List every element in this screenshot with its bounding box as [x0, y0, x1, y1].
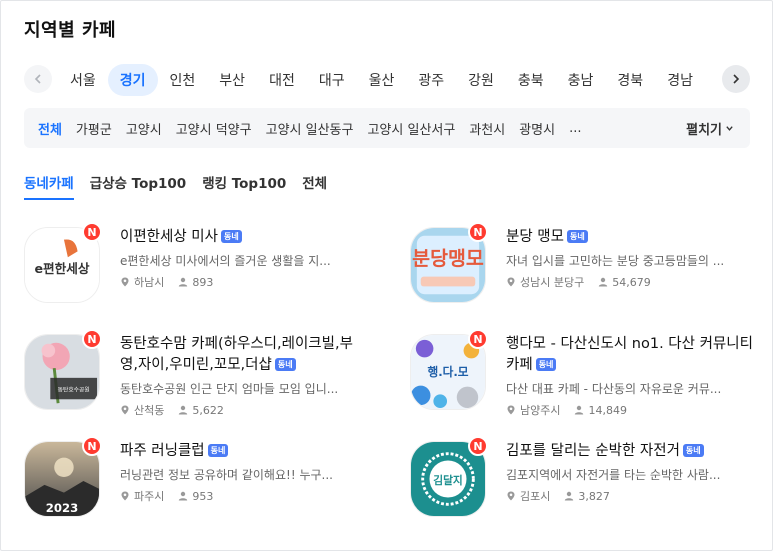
local-tag: 동네 — [274, 358, 296, 371]
cafe-location: 하남시 — [134, 276, 165, 289]
chevron-left-icon — [34, 74, 41, 84]
region-tab-active[interactable]: 경기 — [107, 64, 158, 96]
member-icon — [179, 277, 188, 287]
expand-button[interactable]: 펼치기 — [686, 119, 734, 138]
thumb-logo-text: e편한세상 — [34, 261, 89, 276]
cafe-member-count: 953 — [192, 489, 214, 503]
location-pin-icon — [121, 405, 129, 415]
cafe-description: 자녀 입시를 고민하는 분당 중고등맘들의 ... — [506, 254, 725, 268]
thumb-logo-text: 분당맹모 — [412, 247, 484, 270]
region-tab[interactable]: 충남 — [556, 64, 606, 96]
cafe-description: e편한세상 미사에서의 즐거운 생활을 지... — [120, 254, 331, 268]
new-badge: N — [468, 436, 488, 456]
subregion-item-active[interactable]: 전체 — [38, 119, 62, 138]
cafe-location: 남양주시 — [520, 404, 561, 417]
subregion-item[interactable]: 고양시 덕양구 — [176, 119, 252, 138]
page-title: 지역별 카페 — [24, 20, 117, 41]
new-badge: N — [468, 222, 488, 242]
cafe-description: 다산 대표 카페 - 다산동의 자유로운 커뮤... — [506, 382, 722, 396]
chevron-right-icon — [733, 74, 740, 84]
region-tab[interactable]: 인천 — [158, 64, 208, 96]
cafe-card[interactable]: N 동탄호수공원 동탄호수맘 카페(하우스디,레이크빌,부영,자이,우미린,꼬모… — [24, 329, 369, 417]
cafe-location: 파주시 — [134, 490, 165, 503]
cafe-member-count: 14,849 — [588, 403, 627, 417]
subregion-bar: 전체 가평군 고양시 고양시 덕양구 고양시 일산동구 고양시 일산서구 과천시… — [24, 108, 750, 148]
cafe-name[interactable]: 파주 러닝클럽 — [120, 443, 205, 459]
new-badge: N — [82, 436, 102, 456]
cafe-name[interactable]: 이편한세상 미사 — [120, 229, 218, 245]
tab-rising-top100[interactable]: 급상승 Top100 — [90, 172, 187, 200]
tab-all[interactable]: 전체 — [302, 172, 327, 200]
local-tag: 동네 — [207, 444, 229, 457]
member-icon — [575, 405, 584, 415]
thumb-logo-text: 2023 — [46, 501, 79, 515]
cafe-location: 성남시 분당구 — [520, 276, 585, 289]
new-badge: N — [82, 222, 102, 242]
cafe-member-count: 5,622 — [192, 403, 224, 417]
subregion-item[interactable]: 고양시 일산동구 — [266, 119, 354, 138]
next-region-button[interactable] — [722, 65, 750, 93]
tab-local-cafe[interactable]: 동네카페 — [24, 172, 74, 200]
location-pin-icon — [507, 277, 515, 287]
location-pin-icon — [507, 405, 515, 415]
region-tab[interactable]: 광주 — [406, 64, 456, 96]
region-tab[interactable]: 부산 — [207, 64, 257, 96]
chevron-down-icon — [726, 126, 733, 131]
location-pin-icon — [121, 277, 129, 287]
cafe-description: 동탄호수공원 인근 단지 엄마들 모임 입니... — [120, 382, 339, 396]
cafe-member-count: 3,827 — [578, 489, 610, 503]
prev-region-button[interactable] — [24, 65, 52, 93]
cafe-tabs: 동네카페 급상승 Top100 랭킹 Top100 전체 — [24, 172, 327, 200]
thumb-logo-text: 행.다.모 — [427, 365, 468, 379]
subregion-ellipsis: ... — [569, 120, 582, 136]
cafe-card[interactable]: N 분당맹모 분당 맹모 동네 자녀 입시를 고민하는 분당 중고등맘들의 ...… — [410, 222, 755, 307]
new-badge: N — [82, 329, 102, 349]
tab-ranking-top100[interactable]: 랭킹 Top100 — [202, 172, 286, 200]
local-tag: 동네 — [566, 230, 588, 243]
region-selector: 서울 경기 인천 부산 대전 대구 울산 광주 강원 충북 충남 경북 경남 — [24, 64, 750, 98]
cafe-member-count: 54,679 — [612, 275, 651, 289]
subregion-item[interactable]: 광명시 — [519, 119, 555, 138]
cafe-location: 산척동 — [134, 404, 165, 417]
region-tab[interactable]: 대구 — [307, 64, 357, 96]
subregion-item[interactable]: 고양시 — [126, 119, 162, 138]
cafe-card[interactable]: N 행.다.모 행다모 - 다산신도시 no1. 다산 커뮤니티 카페 동네 다산… — [410, 329, 755, 417]
region-tab[interactable]: 대전 — [257, 64, 307, 96]
region-tab[interactable]: 충북 — [506, 64, 556, 96]
subregion-item[interactable]: 고양시 일산서구 — [367, 119, 455, 138]
cafe-card[interactable]: N 2023 파주 러닝클럽 동네 러닝관련 정보 공유하며 같이해요!! 누구.… — [24, 436, 369, 521]
region-list: 서울 경기 인천 부산 대전 대구 울산 광주 강원 충북 충남 경북 경남 — [58, 64, 716, 96]
new-badge: N — [468, 329, 488, 349]
region-tab[interactable]: 경북 — [605, 64, 655, 96]
thumb-logo-text: 동탄호수공원 — [58, 385, 90, 393]
subregion-item[interactable]: 과천시 — [469, 119, 505, 138]
region-tab[interactable]: 경남 — [655, 64, 705, 96]
cafe-name[interactable]: 분당 맹모 — [506, 229, 564, 245]
cafe-card[interactable]: N 김달지 김포를 달리는 순박한 자전거 동네 김포지역에서 자전거를 타는 순… — [410, 436, 755, 521]
cafe-name[interactable]: 김포를 달리는 순박한 자전거 — [506, 443, 680, 459]
location-pin-icon — [507, 491, 515, 501]
region-tab[interactable]: 울산 — [357, 64, 407, 96]
cafe-name[interactable]: 동탄호수맘 카페(하우스디,레이크빌,부영,자이,우미린,꼬모,더샵 — [120, 336, 353, 373]
local-tag: 동네 — [535, 358, 557, 371]
member-icon — [179, 405, 188, 415]
subregion-item[interactable]: 가평군 — [76, 119, 112, 138]
cafe-description: 김포지역에서 자전거를 타는 순박한 사람... — [506, 468, 721, 482]
cafe-card[interactable]: N e편한세상 이편한세상 미사 동네 e편한세상 미사에서의 즐거운 생활을 지… — [24, 222, 369, 307]
region-tab[interactable]: 강원 — [456, 64, 506, 96]
cafe-location: 김포시 — [520, 490, 551, 503]
member-icon — [179, 491, 188, 501]
local-tag: 동네 — [221, 230, 242, 243]
local-tag: 동네 — [682, 444, 704, 457]
thumb-logo-text: 김달지 — [433, 474, 463, 487]
cafe-member-count: 893 — [192, 275, 214, 289]
location-pin-icon — [121, 491, 129, 501]
region-tab[interactable]: 서울 — [58, 64, 108, 96]
expand-label: 펼치기 — [686, 123, 722, 138]
member-icon — [565, 491, 574, 501]
cafe-description: 러닝관련 정보 공유하며 같이해요!! 누구... — [120, 468, 333, 482]
member-icon — [599, 277, 608, 287]
